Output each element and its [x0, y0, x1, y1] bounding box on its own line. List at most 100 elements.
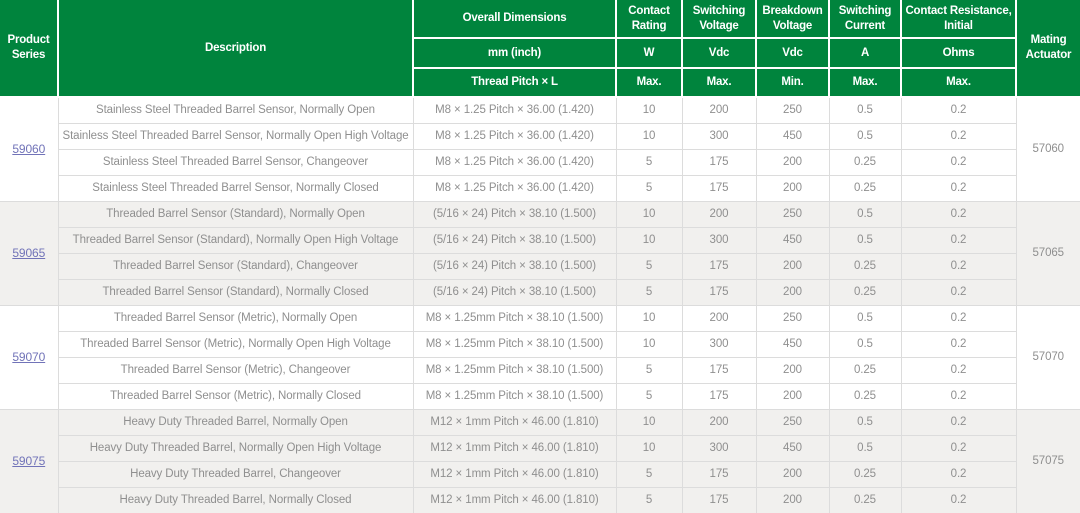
switching-current-cell: 0.5	[829, 123, 901, 149]
unit-breakdown-voltage: Vdc	[756, 38, 829, 68]
switching-current-cell: 0.5	[829, 97, 901, 123]
product-series-cell: 59060	[0, 97, 58, 201]
switching-voltage-cell: 300	[682, 227, 756, 253]
breakdown-voltage-cell: 450	[756, 331, 829, 357]
dimensions-cell: M12 × 1mm Pitch × 46.00 (1.810)	[413, 435, 616, 461]
contact-rating-cell: 5	[616, 175, 682, 201]
breakdown-voltage-cell: 250	[756, 305, 829, 331]
description-cell: Stainless Steel Threaded Barrel Sensor, …	[58, 175, 413, 201]
col-header-mating-actuator: Mating Actuator	[1016, 0, 1080, 97]
switching-current-cell: 0.5	[829, 305, 901, 331]
switching-current-cell: 0.25	[829, 175, 901, 201]
contact-rating-cell: 10	[616, 123, 682, 149]
datasheet-page: Product Series Description Overall Dimen…	[0, 0, 1080, 513]
mating-actuator-cell: 57060	[1016, 97, 1080, 201]
description-cell: Heavy Duty Threaded Barrel, Normally Clo…	[58, 487, 413, 513]
dimensions-cell: M12 × 1mm Pitch × 46.00 (1.810)	[413, 487, 616, 513]
product-series-link[interactable]: 59070	[12, 350, 45, 364]
contact-rating-cell: 5	[616, 253, 682, 279]
contact-rating-cell: 10	[616, 331, 682, 357]
contact-resistance-cell: 0.2	[901, 487, 1016, 513]
table-row: 59070 Threaded Barrel Sensor (Metric), N…	[0, 305, 1080, 331]
switching-voltage-cell: 175	[682, 253, 756, 279]
product-series-cell: 59065	[0, 201, 58, 305]
description-cell: Stainless Steel Threaded Barrel Sensor, …	[58, 123, 413, 149]
description-cell: Threaded Barrel Sensor (Standard), Norma…	[58, 227, 413, 253]
product-series-link[interactable]: 59075	[12, 454, 45, 468]
breakdown-voltage-cell: 250	[756, 201, 829, 227]
dimensions-cell: M8 × 1.25mm Pitch × 38.10 (1.500)	[413, 383, 616, 409]
dimensions-cell: (5/16 × 24) Pitch × 38.10 (1.500)	[413, 201, 616, 227]
contact-rating-cell: 5	[616, 357, 682, 383]
col-header-switching-voltage: Switching Voltage	[682, 0, 756, 38]
contact-rating-cell: 10	[616, 305, 682, 331]
dimensions-cell: M8 × 1.25 Pitch × 36.00 (1.420)	[413, 97, 616, 123]
switching-current-cell: 0.25	[829, 279, 901, 305]
switching-voltage-cell: 200	[682, 409, 756, 435]
contact-resistance-cell: 0.2	[901, 279, 1016, 305]
switching-current-cell: 0.5	[829, 227, 901, 253]
contact-rating-cell: 10	[616, 201, 682, 227]
dimensions-cell: M8 × 1.25 Pitch × 36.00 (1.420)	[413, 175, 616, 201]
description-cell: Threaded Barrel Sensor (Metric), Changeo…	[58, 357, 413, 383]
dimensions-cell: M8 × 1.25mm Pitch × 38.10 (1.500)	[413, 305, 616, 331]
breakdown-voltage-cell: 250	[756, 97, 829, 123]
contact-rating-cell: 5	[616, 149, 682, 175]
contact-resistance-cell: 0.2	[901, 227, 1016, 253]
dimensions-cell: M8 × 1.25mm Pitch × 38.10 (1.500)	[413, 331, 616, 357]
dimensions-cell: (5/16 × 24) Pitch × 38.10 (1.500)	[413, 253, 616, 279]
switching-voltage-cell: 175	[682, 461, 756, 487]
contact-rating-cell: 5	[616, 279, 682, 305]
product-spec-table: Product Series Description Overall Dimen…	[0, 0, 1080, 513]
description-cell: Threaded Barrel Sensor (Standard), Norma…	[58, 279, 413, 305]
dimensions-cell: M12 × 1mm Pitch × 46.00 (1.810)	[413, 409, 616, 435]
table-row: Threaded Barrel Sensor (Metric), Normall…	[0, 331, 1080, 357]
switching-current-cell: 0.25	[829, 461, 901, 487]
description-cell: Threaded Barrel Sensor (Standard), Norma…	[58, 201, 413, 227]
unit-contact-resistance: Ohms	[901, 38, 1016, 68]
contact-rating-cell: 10	[616, 435, 682, 461]
col-header-breakdown-voltage: Breakdown Voltage	[756, 0, 829, 38]
product-group-59065: 59065 Threaded Barrel Sensor (Standard),…	[0, 201, 1080, 305]
contact-resistance-cell: 0.2	[901, 97, 1016, 123]
breakdown-voltage-cell: 200	[756, 279, 829, 305]
product-group-59070: 59070 Threaded Barrel Sensor (Metric), N…	[0, 305, 1080, 409]
contact-resistance-cell: 0.2	[901, 461, 1016, 487]
sub-dimensions: Thread Pitch × L	[413, 68, 616, 97]
breakdown-voltage-cell: 450	[756, 123, 829, 149]
dimensions-cell: (5/16 × 24) Pitch × 38.10 (1.500)	[413, 279, 616, 305]
unit-dimensions: mm (inch)	[413, 38, 616, 68]
switching-voltage-cell: 175	[682, 383, 756, 409]
dimensions-cell: M8 × 1.25mm Pitch × 38.10 (1.500)	[413, 357, 616, 383]
contact-rating-cell: 5	[616, 461, 682, 487]
table-row: Threaded Barrel Sensor (Metric), Normall…	[0, 383, 1080, 409]
contact-rating-cell: 10	[616, 227, 682, 253]
col-header-product-series: Product Series	[0, 0, 58, 97]
breakdown-voltage-cell: 200	[756, 149, 829, 175]
breakdown-voltage-cell: 200	[756, 357, 829, 383]
limit-contact-resistance: Max.	[901, 68, 1016, 97]
col-header-contact-rating: Contact Rating	[616, 0, 682, 38]
product-group-59075: 59075 Heavy Duty Threaded Barrel, Normal…	[0, 409, 1080, 513]
contact-resistance-cell: 0.2	[901, 357, 1016, 383]
product-series-link[interactable]: 59065	[12, 246, 45, 260]
product-series-link[interactable]: 59060	[12, 142, 45, 156]
switching-current-cell: 0.5	[829, 435, 901, 461]
switching-voltage-cell: 200	[682, 97, 756, 123]
switching-voltage-cell: 175	[682, 279, 756, 305]
limit-switching-current: Max.	[829, 68, 901, 97]
unit-contact-rating: W	[616, 38, 682, 68]
header-row-labels: Product Series Description Overall Dimen…	[0, 0, 1080, 38]
table-row: Threaded Barrel Sensor (Metric), Changeo…	[0, 357, 1080, 383]
mating-actuator-cell: 57065	[1016, 201, 1080, 305]
table-row: Stainless Steel Threaded Barrel Sensor, …	[0, 175, 1080, 201]
table-row: Heavy Duty Threaded Barrel, Normally Clo…	[0, 487, 1080, 513]
contact-resistance-cell: 0.2	[901, 331, 1016, 357]
switching-current-cell: 0.25	[829, 383, 901, 409]
mating-actuator-cell: 57070	[1016, 305, 1080, 409]
switching-voltage-cell: 175	[682, 487, 756, 513]
unit-switching-voltage: Vdc	[682, 38, 756, 68]
switching-voltage-cell: 175	[682, 357, 756, 383]
contact-rating-cell: 10	[616, 409, 682, 435]
mating-actuator-cell: 57075	[1016, 409, 1080, 513]
